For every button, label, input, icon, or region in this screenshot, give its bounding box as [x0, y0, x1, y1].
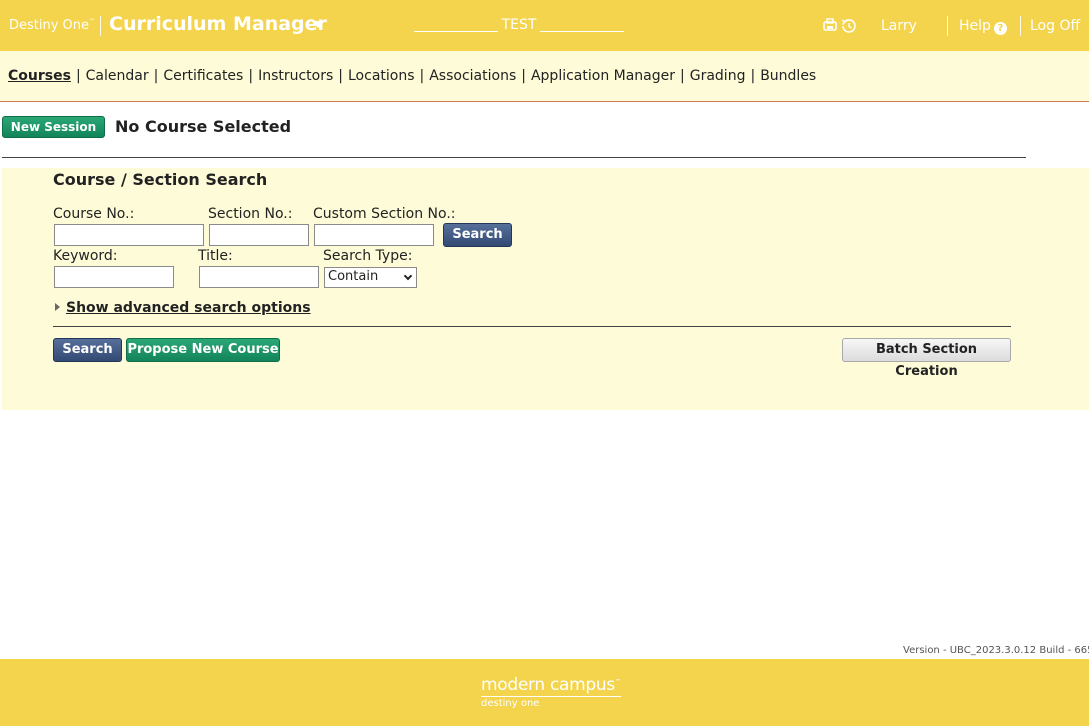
nav-item-application-manager[interactable]: Application Manager — [531, 68, 675, 84]
section-no-label: Section No.: — [208, 206, 293, 222]
advanced-search-toggle[interactable]: Show advanced search options — [55, 300, 311, 316]
nav-item-grading[interactable]: Grading — [690, 68, 746, 84]
nav-item-bundles[interactable]: Bundles — [760, 68, 816, 84]
custom-section-no-label: Custom Section No.: — [313, 206, 456, 222]
new-session-button[interactable]: New Session — [2, 116, 105, 138]
nav-links: Courses | Calendar | Certificates | Instructor… — [8, 68, 817, 84]
user-name[interactable]: Larry — [881, 18, 917, 34]
course-section-search-panel: Course / Section Search Course No.: Sect… — [2, 168, 1089, 410]
chevron-down-icon[interactable] — [312, 21, 324, 28]
history-icon[interactable] — [841, 19, 856, 33]
print-icon[interactable] — [823, 18, 837, 31]
custom-section-no-input[interactable] — [314, 224, 434, 246]
divider — [2, 157, 1026, 158]
environment-label: TEST — [414, 17, 624, 33]
nav-item-associations[interactable]: Associations — [429, 68, 516, 84]
session-status: No Course Selected — [115, 117, 292, 136]
search-button[interactable]: Search — [53, 338, 122, 362]
chevron-down-icon — [403, 271, 413, 281]
nav-item-calendar[interactable]: Calendar — [86, 68, 149, 84]
divider — [947, 16, 948, 36]
search-type-select[interactable]: Contain — [324, 267, 417, 288]
top-bar: Destiny One™ Curriculum Manager TEST Lar… — [0, 0, 1089, 51]
keyword-label: Keyword: — [53, 248, 118, 264]
search-type-label: Search Type: — [323, 248, 413, 264]
propose-new-course-button[interactable]: Propose New Course — [126, 338, 280, 362]
help-link[interactable]: Help? — [959, 18, 1007, 35]
search-button-top[interactable]: Search — [443, 223, 512, 247]
footer: modern campus™ destiny one — [0, 659, 1089, 726]
caret-right-icon — [55, 303, 60, 311]
brand-name: Destiny One™ — [9, 18, 96, 33]
nav-item-courses[interactable]: Courses — [8, 68, 71, 84]
title-label: Title: — [198, 248, 233, 264]
nav-item-certificates[interactable]: Certificates — [163, 68, 243, 84]
divider — [53, 326, 1011, 327]
nav-item-locations[interactable]: Locations — [348, 68, 415, 84]
logoff-link[interactable]: Log Off — [1030, 18, 1080, 34]
module-title[interactable]: Curriculum Manager — [109, 13, 327, 35]
divider — [100, 16, 101, 36]
keyword-input[interactable] — [54, 266, 174, 288]
nav-item-instructors[interactable]: Instructors — [258, 68, 333, 84]
course-no-label: Course No.: — [53, 206, 135, 222]
section-no-input[interactable] — [209, 224, 309, 246]
batch-section-creation-button[interactable]: Batch Section Creation — [842, 338, 1011, 379]
toolbar-icons — [823, 18, 857, 38]
modern-campus-logo: modern campus™ destiny one — [481, 675, 621, 709]
divider — [1020, 16, 1021, 36]
help-icon[interactable]: ? — [993, 22, 1007, 35]
title-input[interactable] — [199, 266, 319, 288]
version-text: Version - UBC_2023.3.0.12 Build - 6658 — [903, 645, 1089, 656]
course-no-input[interactable] — [54, 224, 204, 246]
panel-title: Course / Section Search — [53, 170, 268, 189]
main-navigation: Courses | Calendar | Certificates | Instructor… — [0, 51, 1089, 102]
